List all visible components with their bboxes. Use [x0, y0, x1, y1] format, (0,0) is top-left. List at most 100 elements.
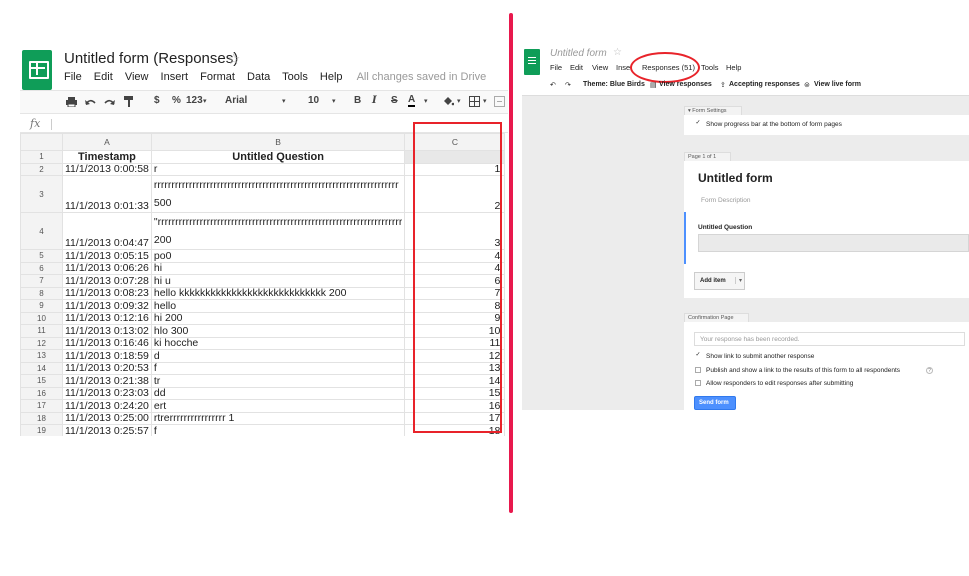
form-title[interactable]: Untitled form	[698, 171, 773, 185]
form-settings-tab[interactable]: ▾ Form Settings	[684, 106, 742, 115]
send-form-button[interactable]: Send form	[694, 396, 736, 410]
answer-cell[interactable]: f	[150, 361, 406, 375]
text-color-button[interactable]: A	[408, 95, 416, 107]
menu-view[interactable]: View	[125, 71, 149, 83]
answer-cell[interactable]: f	[150, 424, 406, 436]
paint-format-icon[interactable]	[124, 96, 134, 108]
menu-tools[interactable]: Tools	[282, 71, 308, 83]
timestamp-cell[interactable]: 11/1/2013 0:13:02	[62, 324, 152, 338]
answer-cell[interactable]: hi u	[150, 274, 406, 288]
menu-format[interactable]: Format	[200, 71, 235, 83]
row-number[interactable]: 14	[20, 361, 63, 375]
confirmation-tab[interactable]: Confirmation Page	[684, 313, 749, 322]
document-title[interactable]: Untitled form (Responses)	[64, 50, 238, 67]
row-number[interactable]: 10	[20, 311, 63, 325]
answer-cell[interactable]: r	[150, 162, 406, 176]
row-number[interactable]: 12	[20, 336, 63, 350]
confirmation-message-input[interactable]: Your response has been recorded.	[694, 332, 965, 346]
row-number[interactable]: 7	[20, 274, 63, 288]
fill-color-icon[interactable]	[442, 96, 454, 108]
view-live-form-button[interactable]: View live form	[814, 81, 861, 88]
menu-edit[interactable]: Edit	[570, 63, 583, 72]
theme-button[interactable]: Theme: Blue Birds	[583, 81, 645, 88]
question-header[interactable]: Untitled Question	[150, 150, 406, 164]
forms-logo-icon[interactable]	[524, 49, 540, 75]
borders-icon[interactable]	[469, 96, 480, 107]
percent-format-button[interactable]: %	[172, 95, 181, 106]
timestamp-cell[interactable]: 11/1/2013 0:20:53	[62, 361, 152, 375]
row-number[interactable]: 16	[20, 386, 63, 400]
star-icon[interactable]: ☆	[227, 50, 240, 68]
timestamp-cell[interactable]: 11/1/2013 0:01:33	[62, 175, 152, 213]
row-number[interactable]: 17	[20, 399, 63, 413]
chevron-down-icon[interactable]: ▾	[203, 97, 207, 105]
timestamp-cell[interactable]: 11/1/2013 0:25:00	[62, 411, 152, 425]
timestamp-cell[interactable]: 11/1/2013 0:09:32	[62, 299, 152, 313]
timestamp-cell[interactable]: 11/1/2013 0:04:47	[62, 212, 152, 250]
row-number[interactable]: 11	[20, 324, 63, 338]
print-icon[interactable]	[66, 97, 77, 107]
font-family-select[interactable]: Arial	[225, 95, 247, 106]
answer-cell[interactable]: po0	[150, 249, 406, 263]
timestamp-cell[interactable]: 11/1/2013 0:21:38	[62, 374, 152, 388]
italic-button[interactable]: I	[372, 95, 377, 106]
answer-cell[interactable]: "rrrrrrrrrrrrrrrrrrrrrrrrrrrrrrrrrrrrrrr…	[150, 212, 406, 250]
redo-icon[interactable]	[104, 98, 115, 106]
chevron-down-icon[interactable]: ▾	[483, 97, 487, 105]
select-all-corner[interactable]	[20, 133, 63, 151]
chevron-down-icon[interactable]: ▾	[424, 97, 428, 105]
chevron-down-icon[interactable]: ▾	[735, 277, 742, 284]
chevron-down-icon[interactable]: ▾	[282, 97, 286, 105]
view-responses-button[interactable]: View responses	[659, 81, 712, 88]
row-number[interactable]: 2	[20, 162, 63, 176]
answer-cell[interactable]: rtrerrrrrrrrrrrrrrrr 1	[150, 411, 406, 425]
answer-cell[interactable]: hello kkkkkkkkkkkkkkkkkkkkkkkkkkkk 200	[150, 286, 406, 300]
bold-button[interactable]: B	[354, 95, 361, 106]
row-number[interactable]: 4	[20, 212, 63, 250]
answer-cell[interactable]: ki hocche	[150, 336, 406, 350]
form-doc-title[interactable]: Untitled form	[550, 48, 607, 59]
menu-file[interactable]: File	[550, 63, 562, 72]
timestamp-cell[interactable]: 11/1/2013 0:16:46	[62, 336, 152, 350]
edit-after-option[interactable]: Allow responders to edit responses after…	[706, 380, 853, 387]
star-icon[interactable]: ☆	[613, 47, 622, 58]
font-size-select[interactable]: 10	[308, 95, 319, 106]
timestamp-cell[interactable]: 11/1/2013 0:24:20	[62, 399, 152, 413]
accepting-responses-button[interactable]: Accepting responses	[729, 81, 800, 88]
menu-tools[interactable]: Tools	[701, 63, 719, 72]
publish-results-checkbox[interactable]	[695, 367, 701, 373]
answer-cell[interactable]: hello	[150, 299, 406, 313]
form-description[interactable]: Form Description	[701, 197, 750, 204]
row-number[interactable]: 9	[20, 299, 63, 313]
timestamp-cell[interactable]: 11/1/2013 0:18:59	[62, 349, 152, 363]
menu-edit[interactable]: Edit	[94, 71, 113, 83]
submit-another-option[interactable]: Show link to submit another response	[706, 353, 814, 360]
column-header-a[interactable]: A	[62, 133, 152, 151]
timestamp-cell[interactable]: 11/1/2013 0:25:57	[62, 424, 152, 436]
row-number[interactable]: 5	[20, 249, 63, 263]
strikethrough-button[interactable]: S	[391, 95, 398, 106]
help-icon[interactable]: ?	[926, 367, 933, 374]
row-number[interactable]: 1	[20, 150, 63, 164]
merge-cells-icon[interactable]	[494, 96, 505, 107]
timestamp-cell[interactable]: 11/1/2013 0:07:28	[62, 274, 152, 288]
checkmark-icon[interactable]: ✓	[695, 120, 701, 127]
chevron-down-icon[interactable]: ▾	[332, 97, 336, 105]
answer-cell[interactable]: d	[150, 349, 406, 363]
progress-bar-option[interactable]: Show progress bar at the bottom of form …	[706, 121, 842, 128]
menu-help[interactable]: Help	[320, 71, 343, 83]
timestamp-cell[interactable]: 11/1/2013 0:00:58	[62, 162, 152, 176]
timestamp-header[interactable]: Timestamp	[62, 150, 152, 164]
row-number[interactable]: 6	[20, 261, 63, 275]
row-number[interactable]: 3	[20, 175, 63, 213]
answer-cell[interactable]: rrrrrrrrrrrrrrrrrrrrrrrrrrrrrrrrrrrrrrrr…	[150, 175, 406, 213]
answer-cell[interactable]: ert	[150, 399, 406, 413]
row-number[interactable]: 8	[20, 286, 63, 300]
edit-after-checkbox[interactable]	[695, 380, 701, 386]
answer-cell[interactable]: hi 200	[150, 311, 406, 325]
question-answer-field[interactable]	[698, 234, 969, 252]
menu-view[interactable]: View	[592, 63, 608, 72]
page-tab[interactable]: Page 1 of 1	[684, 152, 732, 161]
publish-results-option[interactable]: Publish and show a link to the results o…	[706, 367, 900, 374]
timestamp-cell[interactable]: 11/1/2013 0:08:23	[62, 286, 152, 300]
